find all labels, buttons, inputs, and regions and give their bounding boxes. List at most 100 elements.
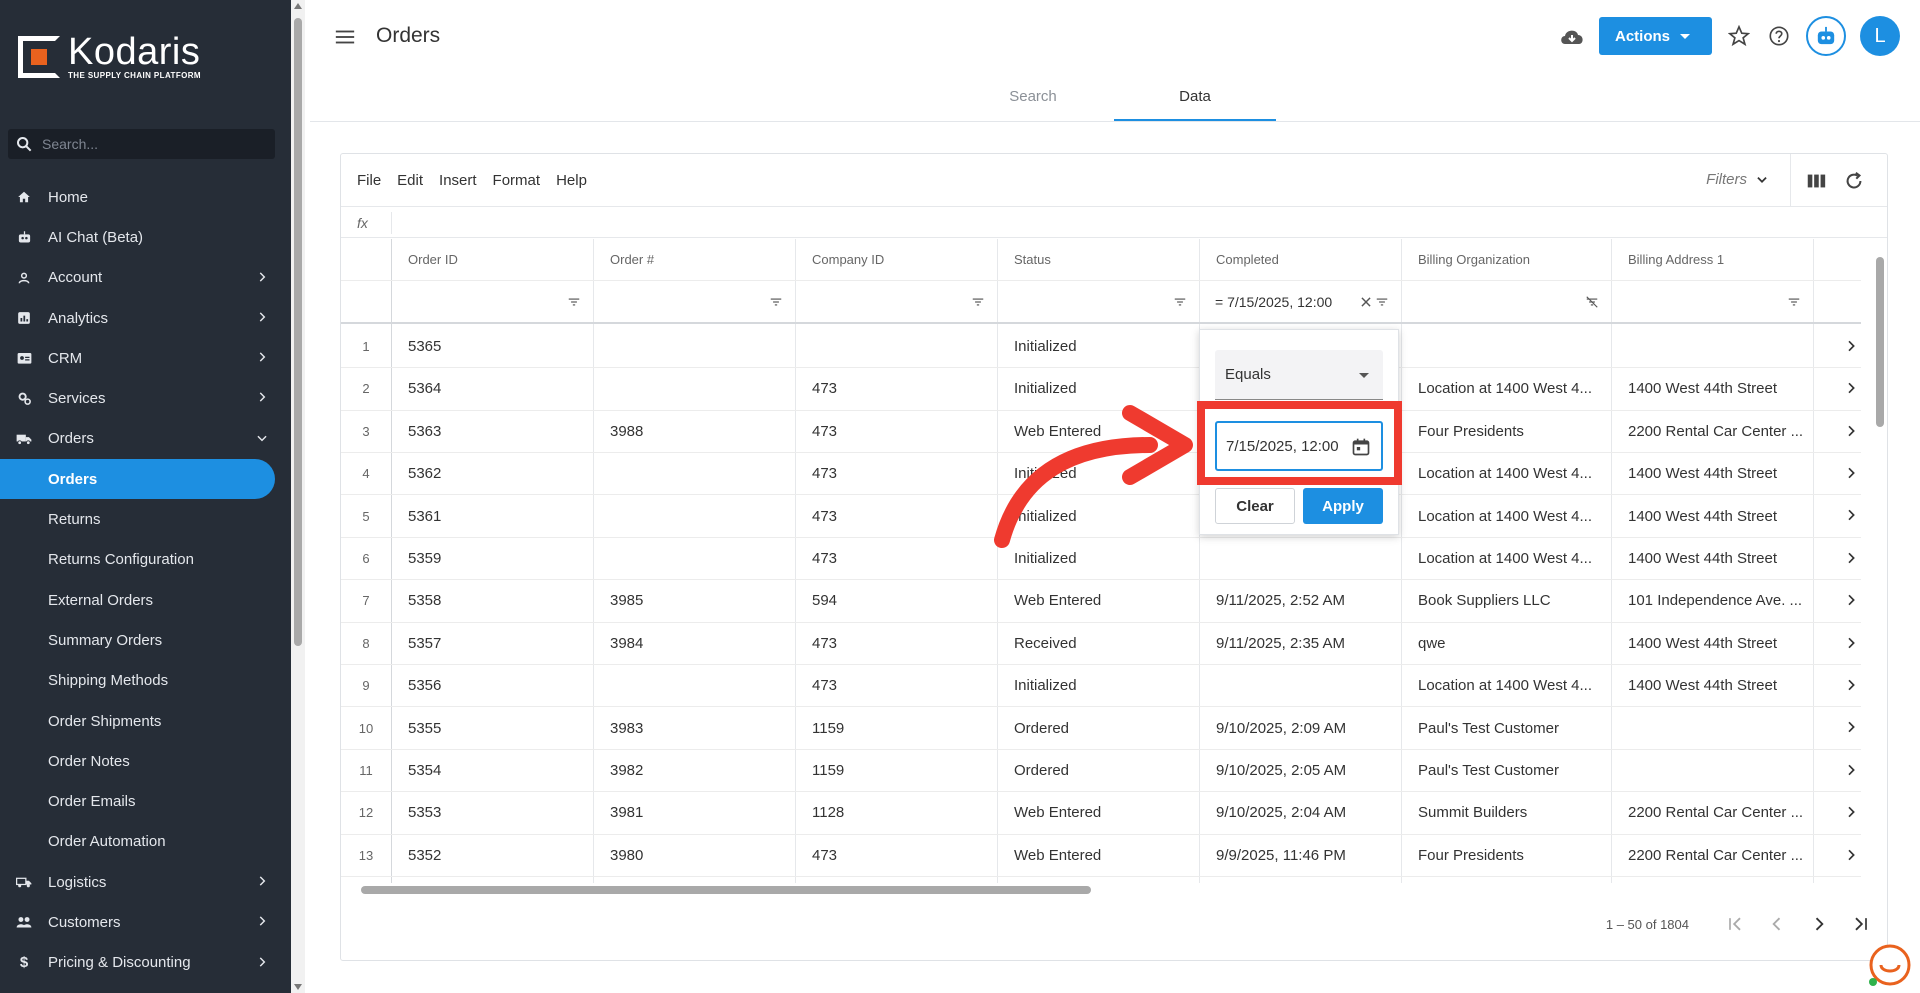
row-expand-chevron-icon[interactable] [1843, 380, 1859, 396]
row-expand-chevron-icon[interactable] [1843, 847, 1859, 863]
sidebar-item-crm[interactable]: CRM [0, 338, 291, 378]
grid-vertical-scrollbar-thumb[interactable] [1876, 257, 1884, 427]
row-expand-chevron-icon[interactable] [1843, 550, 1859, 566]
cell-billing-organization[interactable]: Summit Builders [1401, 792, 1611, 833]
cell-order-number[interactable] [593, 495, 795, 536]
cell-company-id[interactable]: 473 [795, 665, 997, 706]
cell-billing-organization[interactable]: Four Presidents [1401, 411, 1611, 452]
cell-billing-address-1[interactable]: 1400 West 44th Street [1611, 368, 1813, 409]
cell-company-id[interactable]: 473 [795, 368, 997, 409]
table-row[interactable]: 13 5352 3980 473 Web Entered 9/9/2025, 11:46 … [341, 835, 1861, 877]
star-icon[interactable] [1726, 23, 1752, 49]
next-page-icon[interactable] [1809, 914, 1829, 934]
cell-status[interactable]: Web Entered [997, 792, 1199, 833]
cell-order-number[interactable] [593, 538, 795, 579]
sidebar-subitem-order-shipments[interactable]: Order Shipments [0, 701, 291, 741]
filter-icon[interactable] [971, 295, 985, 309]
row-expand-chevron-icon[interactable] [1843, 762, 1859, 778]
cell-billing-organization[interactable]: Location at 1400 West 4... [1401, 538, 1611, 579]
sidebar-item-ai-chat[interactable]: AI Chat (Beta) [0, 217, 291, 257]
cell-company-id[interactable] [795, 326, 997, 367]
cell-company-id[interactable]: 473 [795, 495, 997, 536]
cell-order-id[interactable]: 5355 [391, 707, 593, 748]
filter-icon[interactable] [1173, 295, 1187, 309]
table-row[interactable]: 11 5354 3982 1159 Ordered 9/10/2025, 2:05 AM P… [341, 750, 1861, 793]
kodaris-logo[interactable]: Kodaris THE SUPPLY CHAIN PLATFORM [18, 33, 201, 80]
sidebar-item-home[interactable]: Home [0, 177, 291, 217]
cell-order-id[interactable]: 5356 [391, 665, 593, 706]
actions-button[interactable]: Actions [1598, 17, 1712, 55]
filter-icon[interactable] [1787, 295, 1801, 309]
cell-company-id[interactable]: 1159 [795, 750, 997, 791]
menu-help[interactable]: Help [556, 172, 587, 189]
row-expand-chevron-icon[interactable] [1843, 719, 1859, 735]
cell-billing-address-1[interactable]: 1400 West 44th Street [1611, 453, 1813, 494]
cell-status[interactable]: Ordered [997, 750, 1199, 791]
sidebar-item-account[interactable]: Account [0, 258, 291, 298]
cell-order-id[interactable]: 5362 [391, 453, 593, 494]
table-row[interactable]: 9 5356 473 Initialized Location at 1400 West… [341, 665, 1861, 708]
cell-billing-address-1[interactable]: 1400 West 44th Street [1611, 665, 1813, 706]
row-expand-chevron-icon[interactable] [1843, 592, 1859, 608]
column-header-company-id[interactable]: Company ID [795, 239, 997, 280]
cell-billing-organization[interactable]: Four Presidents [1401, 835, 1611, 876]
cell-company-id[interactable]: 473 [795, 411, 997, 452]
sidebar-subitem-order-emails[interactable]: Order Emails [0, 781, 291, 821]
refresh-icon[interactable] [1843, 170, 1865, 192]
cell-order-number[interactable] [593, 453, 795, 494]
menu-edit[interactable]: Edit [397, 172, 423, 189]
formula-bar[interactable]: fx [341, 208, 1887, 238]
cell-order-id[interactable]: 5365 [391, 326, 593, 367]
cell-status[interactable]: Web Entered [997, 835, 1199, 876]
cell-order-id[interactable]: 5354 [391, 750, 593, 791]
sidebar-item-services[interactable]: Services [0, 378, 291, 418]
cell-company-id[interactable]: 473 [795, 835, 997, 876]
menu-icon[interactable] [334, 26, 356, 48]
cell-order-id[interactable]: 5364 [391, 368, 593, 409]
column-header-billing-address-1[interactable]: Billing Address 1 [1611, 239, 1813, 280]
cell-company-id[interactable]: 594 [795, 580, 997, 621]
row-expand-chevron-icon[interactable] [1843, 804, 1859, 820]
cell-order-number[interactable] [593, 368, 795, 409]
cell-completed[interactable] [1199, 538, 1401, 579]
sidebar-subitem-summary-orders[interactable]: Summary Orders [0, 620, 291, 660]
ai-assistant-icon[interactable] [1806, 16, 1846, 56]
cell-company-id[interactable]: 473 [795, 623, 997, 664]
scroll-down-arrow-icon[interactable] [294, 984, 302, 990]
cell-billing-address-1[interactable]: 2200 Rental Car Center ... [1611, 411, 1813, 452]
cell-billing-organization[interactable]: Paul's Test Customer [1401, 707, 1611, 748]
cell-status[interactable]: Received [997, 623, 1199, 664]
cell-billing-address-1[interactable]: 1400 West 44th Street [1611, 538, 1813, 579]
sidebar-item-analytics[interactable]: Analytics [0, 298, 291, 338]
cell-status[interactable]: Web Entered [997, 580, 1199, 621]
grid-vertical-scrollbar[interactable] [1873, 239, 1887, 883]
menu-insert[interactable]: Insert [439, 172, 477, 189]
row-expand-chevron-icon[interactable] [1843, 677, 1859, 693]
cell-order-number[interactable]: 3988 [593, 411, 795, 452]
table-row[interactable]: 8 5357 3984 473 Received 9/11/2025, 2:35 AM qw… [341, 623, 1861, 665]
column-header-status[interactable]: Status [997, 239, 1199, 280]
cell-billing-address-1[interactable] [1611, 750, 1813, 791]
cell-billing-address-1[interactable] [1611, 326, 1813, 367]
sidebar-subitem-orders[interactable]: Orders [0, 459, 275, 500]
filter-icon[interactable] [1375, 295, 1389, 309]
grid-horizontal-scrollbar[interactable] [341, 883, 1887, 897]
column-header-order-number[interactable]: Order # [593, 239, 795, 280]
user-avatar[interactable]: L [1860, 16, 1900, 56]
cell-billing-address-1[interactable]: 2200 Rental Car Center ... [1611, 792, 1813, 833]
cell-billing-organization[interactable]: qwe [1401, 623, 1611, 664]
cell-billing-organization[interactable]: Book Suppliers LLC [1401, 580, 1611, 621]
row-expand-chevron-icon[interactable] [1843, 635, 1859, 651]
cell-billing-organization[interactable]: Location at 1400 West 4... [1401, 453, 1611, 494]
table-row[interactable]: 10 5355 3983 1159 Ordered 9/10/2025, 2:09 AM P… [341, 707, 1861, 750]
cell-billing-address-1[interactable]: 1400 West 44th Street [1611, 623, 1813, 664]
column-header-billing-organization[interactable]: Billing Organization [1401, 239, 1611, 280]
scroll-up-arrow-icon[interactable] [294, 3, 302, 9]
menu-file[interactable]: File [357, 172, 381, 189]
sidebar-subitem-order-notes[interactable]: Order Notes [0, 741, 291, 781]
cell-completed[interactable]: 9/11/2025, 2:35 AM [1199, 623, 1401, 664]
sidebar-item-pricing[interactable]: $ Pricing & Discounting [0, 943, 291, 983]
cell-order-id[interactable]: 5359 [391, 538, 593, 579]
columns-icon[interactable] [1805, 170, 1827, 192]
table-row[interactable]: 7 5358 3985 594 Web Entered 9/11/2025, 2:52 A… [341, 580, 1861, 623]
